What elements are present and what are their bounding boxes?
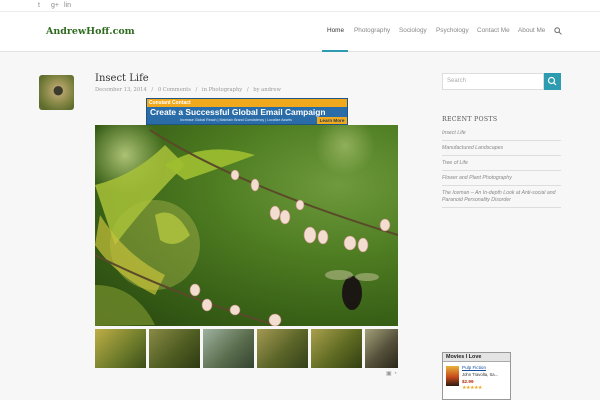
- recent-posts-heading: RECENT POSTS: [442, 116, 498, 123]
- ad-banner[interactable]: Constant Contact Create a Successful Glo…: [146, 98, 348, 125]
- ad-learn-more-button[interactable]: Learn More: [317, 117, 347, 124]
- post-author-link[interactable]: by andrew: [253, 87, 281, 93]
- post-title[interactable]: Insect Life: [95, 73, 149, 84]
- ad-subtext: Increase Global Reach | Maintain Brand C…: [180, 118, 292, 122]
- gallery-thumbnail[interactable]: [257, 329, 308, 368]
- meta-separator: /: [151, 87, 154, 93]
- gallery-thumbnail[interactable]: [203, 329, 254, 368]
- search-icon: [547, 76, 557, 86]
- recent-posts-list: Insect Life Manufactured Landscapes Tree…: [442, 126, 561, 208]
- twitter-icon[interactable]: t: [38, 1, 40, 11]
- recent-post-link[interactable]: Manufactured Landscapes: [442, 141, 561, 156]
- meta-separator: /: [246, 87, 249, 93]
- nav-contact-me[interactable]: Contact Me: [477, 27, 510, 34]
- photo-icons: ▣ ◔: [386, 370, 397, 377]
- nav-about-me[interactable]: About Me: [518, 27, 545, 34]
- nav-sociology[interactable]: Sociology: [399, 27, 427, 34]
- nav-psychology[interactable]: Psychology: [436, 27, 469, 34]
- movie-price: $2.99: [462, 379, 474, 384]
- nav-photography[interactable]: Photography: [354, 27, 390, 34]
- post-meta: December 13, 2014 / 0 Comments / in Phot…: [95, 87, 284, 93]
- site-header: AndrewHoff.com Home Photography Sociolog…: [0, 12, 600, 52]
- gallery-thumbnail[interactable]: [95, 329, 146, 368]
- image-icon[interactable]: ▣: [386, 371, 392, 377]
- gallery-thumbnail[interactable]: [149, 329, 200, 368]
- search-icon[interactable]: [554, 27, 562, 35]
- movie-cover[interactable]: [446, 366, 459, 386]
- insect-photo-illustration: [95, 125, 398, 326]
- thumbnail-strip: [95, 329, 398, 368]
- meta-separator: /: [195, 87, 198, 93]
- top-bar: t g+ lin: [0, 0, 600, 12]
- googleplus-icon[interactable]: g+: [51, 1, 59, 11]
- recent-post-link[interactable]: Flower and Plant Photography: [442, 171, 561, 186]
- sidebar-search-input[interactable]: Search: [442, 73, 544, 90]
- ad-headline: Create a Successful Global Email Campaig…: [150, 107, 326, 117]
- nav-active-indicator: [322, 50, 348, 52]
- gallery-thumbnail[interactable]: [365, 329, 398, 368]
- nav-home[interactable]: Home: [327, 27, 344, 34]
- movie-rating-stars: ★★★★★: [462, 385, 482, 391]
- recent-post-link[interactable]: Insect Life: [442, 126, 561, 141]
- movie-title-link[interactable]: Pulp Fiction: [462, 365, 486, 370]
- recent-post-link[interactable]: Tree of Life: [442, 156, 561, 171]
- movie-cast: John Travolta, Sa...: [462, 372, 499, 377]
- post-comments-link[interactable]: 0 Comments: [158, 87, 191, 93]
- ad-brand: Constant Contact: [149, 100, 191, 106]
- linkedin-icon[interactable]: lin: [64, 1, 71, 11]
- sidebar-search-button[interactable]: [544, 73, 561, 90]
- main-photo[interactable]: [95, 125, 398, 326]
- movies-widget: Movies I Love Pulp Fiction John Travolta…: [442, 352, 511, 400]
- post-thumbnail[interactable]: [39, 75, 74, 110]
- comment-icon[interactable]: ◔: [393, 371, 397, 377]
- post-date: December 13, 2014: [95, 87, 147, 93]
- movies-widget-heading: Movies I Love: [443, 353, 510, 362]
- recent-post-link[interactable]: The Iceman – An In-depth Look at Anti-so…: [442, 186, 561, 208]
- post-category-link[interactable]: in Photography: [202, 87, 242, 93]
- site-logo[interactable]: AndrewHoff.com: [46, 26, 135, 37]
- gallery-thumbnail[interactable]: [311, 329, 362, 368]
